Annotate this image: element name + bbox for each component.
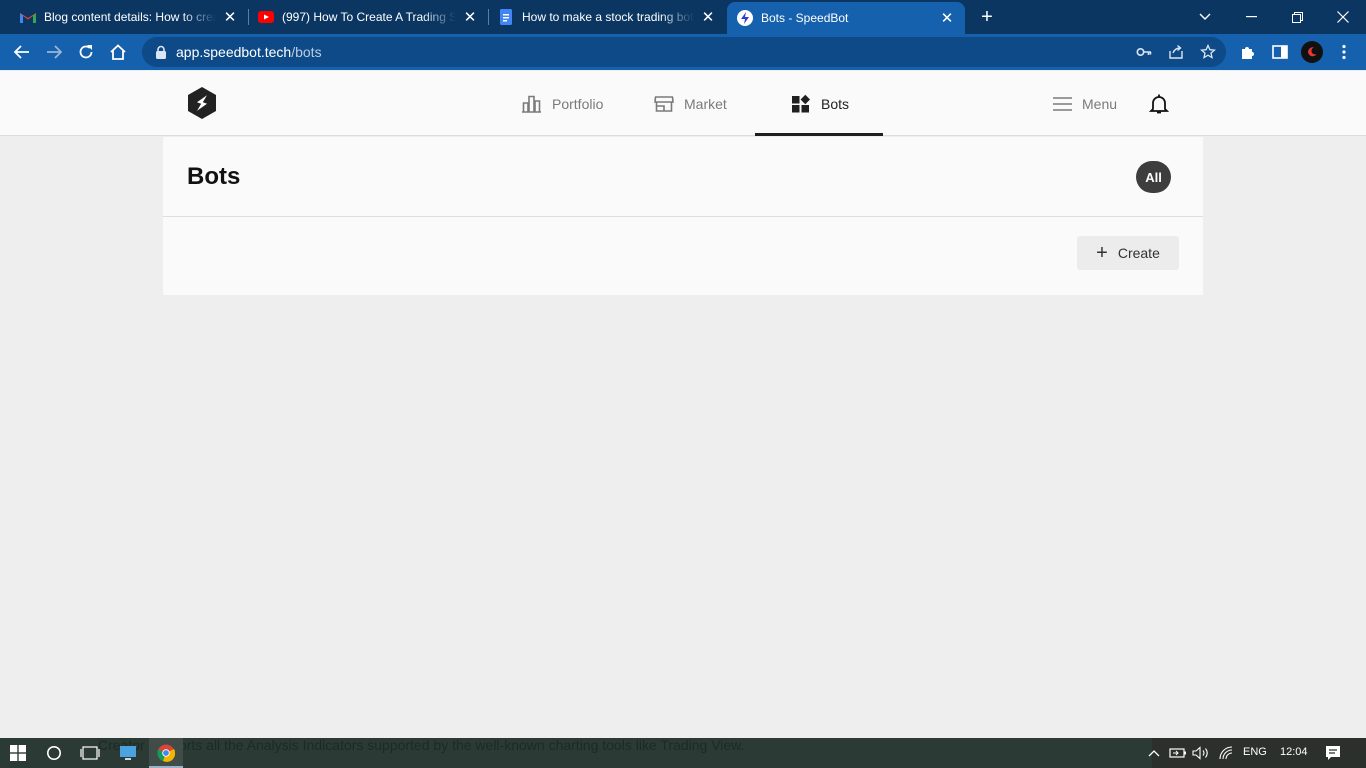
share-icon[interactable] — [1168, 44, 1184, 60]
speedbot-logo[interactable] — [185, 86, 219, 120]
browser-tab-gmail[interactable]: Blog content details: How to create ✕ — [0, 0, 248, 34]
browser-tab-strip: Blog content details: How to create ✕ (9… — [0, 0, 1366, 34]
wifi-icon[interactable] — [1217, 743, 1237, 763]
lock-icon[interactable] — [154, 45, 168, 59]
close-window-button[interactable] — [1320, 0, 1366, 34]
tab-title: Bots - SpeedBot — [761, 11, 849, 25]
background-ghost-text: Creator supports all the Analysis Indica… — [98, 737, 745, 753]
desktop-app-icon[interactable] — [118, 743, 138, 763]
minimize-button[interactable] — [1228, 0, 1274, 34]
more-options-icon[interactable] — [1335, 43, 1353, 61]
bots-widgets-icon — [792, 94, 810, 112]
back-button[interactable] — [10, 40, 34, 64]
tray-chevron-up-icon[interactable] — [1144, 743, 1164, 763]
notifications-icon[interactable] — [1323, 743, 1343, 763]
nav-market-label: Market — [684, 95, 727, 112]
youtube-icon — [258, 9, 274, 25]
restore-button[interactable] — [1274, 0, 1320, 34]
chrome-icon[interactable] — [156, 743, 176, 763]
nav-bots[interactable]: Bots — [791, 71, 849, 136]
browser-tab-docs[interactable]: How to make a stock trading bot ✕ — [488, 0, 726, 34]
url-host: app.speedbot.tech — [176, 44, 292, 60]
profile-avatar[interactable] — [1301, 41, 1323, 63]
close-tab-icon[interactable]: ✕ — [462, 9, 478, 26]
nav-market[interactable]: Market — [654, 71, 727, 136]
tab-title: Blog content details: How to create — [44, 10, 216, 24]
bots-panel-header: Bots All — [163, 137, 1203, 217]
windows-taskbar: Creator supports all the Analysis Indica… — [0, 738, 1366, 768]
page-title: Bots — [187, 163, 241, 190]
browser-toolbar: app.speedbot.tech/bots — [0, 34, 1366, 70]
search-circle-icon[interactable] — [44, 743, 64, 763]
speedbot-icon — [737, 10, 753, 26]
menu-label: Menu — [1082, 95, 1118, 112]
input-language[interactable]: ENG — [1243, 746, 1267, 758]
star-icon[interactable] — [1200, 44, 1216, 60]
filter-all-button[interactable]: All — [1136, 161, 1171, 193]
notification-bell-icon[interactable] — [1149, 93, 1169, 115]
tab-title: (997) How To Create A Trading Str — [282, 10, 456, 24]
nav-portfolio[interactable]: Portfolio — [521, 71, 603, 136]
portfolio-chart-icon — [522, 95, 541, 113]
reload-button[interactable] — [74, 40, 98, 64]
create-bot-button[interactable]: + Create — [1077, 236, 1179, 270]
tab-search-chevron-icon[interactable] — [1182, 0, 1228, 34]
home-button[interactable] — [106, 40, 130, 64]
address-bar[interactable]: app.speedbot.tech/bots — [142, 37, 1226, 67]
app-header: Portfolio Market Bots Menu — [0, 71, 1366, 136]
create-label: Create — [1117, 245, 1160, 261]
windows-start-icon[interactable] — [8, 743, 28, 763]
bots-panel: Bots All + Create — [163, 137, 1203, 295]
task-view-icon[interactable] — [80, 743, 100, 763]
browser-tab-speedbot[interactable]: Bots - SpeedBot ✕ — [727, 2, 965, 34]
clock-time[interactable]: 12:04 — [1280, 746, 1308, 758]
market-store-icon — [654, 95, 674, 112]
close-tab-icon[interactable]: ✕ — [222, 9, 238, 26]
new-tab-button[interactable]: + — [976, 7, 998, 29]
battery-icon[interactable] — [1168, 743, 1188, 763]
tab-title: How to make a stock trading bot — [522, 10, 694, 24]
extensions-icon[interactable] — [1239, 43, 1257, 61]
volume-icon[interactable] — [1191, 743, 1211, 763]
close-tab-icon[interactable]: ✕ — [939, 10, 955, 27]
docs-icon — [498, 9, 514, 25]
side-panel-icon[interactable] — [1271, 43, 1289, 61]
browser-tab-youtube[interactable]: (997) How To Create A Trading Str ✕ — [248, 0, 488, 34]
url-text: app.speedbot.tech/bots — [176, 44, 322, 60]
plus-icon: + — [1096, 242, 1108, 264]
gmail-icon — [20, 9, 36, 25]
key-icon[interactable] — [1136, 44, 1152, 60]
hamburger-menu-icon — [1053, 96, 1072, 111]
url-path: /bots — [291, 44, 322, 60]
close-tab-icon[interactable]: ✕ — [700, 9, 716, 26]
forward-button[interactable] — [42, 40, 66, 64]
nav-bots-label: Bots — [821, 95, 850, 112]
menu-button[interactable]: Menu — [1053, 71, 1117, 136]
nav-portfolio-label: Portfolio — [552, 95, 604, 112]
active-nav-indicator — [755, 133, 883, 136]
